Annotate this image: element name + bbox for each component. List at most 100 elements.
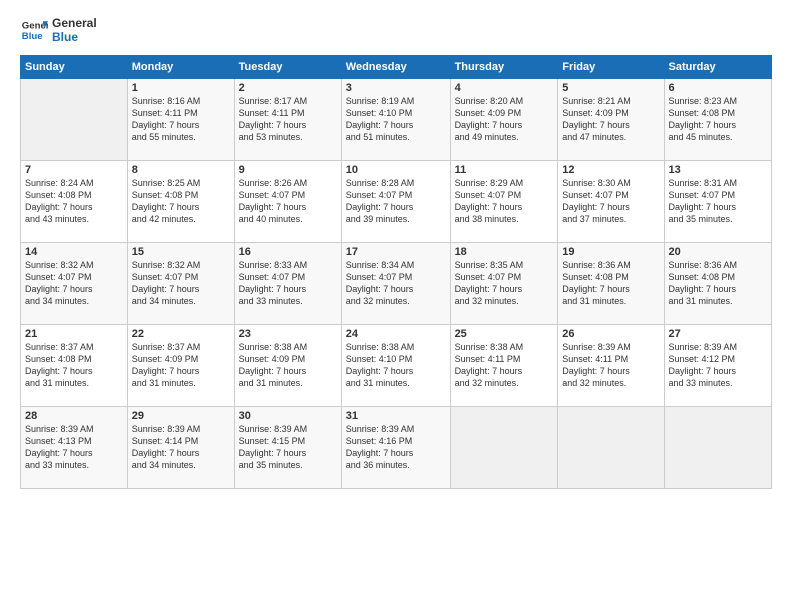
day-number: 1	[132, 82, 230, 94]
day-info: Sunrise: 8:38 AMSunset: 4:09 PMDaylight:…	[239, 341, 337, 390]
day-info: Sunrise: 8:32 AMSunset: 4:07 PMDaylight:…	[25, 259, 123, 308]
day-cell	[21, 78, 128, 160]
svg-text:Blue: Blue	[22, 31, 43, 42]
day-info: Sunrise: 8:21 AMSunset: 4:09 PMDaylight:…	[562, 95, 659, 144]
weekday-header-thursday: Thursday	[450, 55, 558, 78]
day-cell: 29Sunrise: 8:39 AMSunset: 4:14 PMDayligh…	[127, 406, 234, 488]
day-info: Sunrise: 8:17 AMSunset: 4:11 PMDaylight:…	[239, 95, 337, 144]
day-info: Sunrise: 8:34 AMSunset: 4:07 PMDaylight:…	[346, 259, 446, 308]
day-number: 8	[132, 164, 230, 176]
day-cell: 24Sunrise: 8:38 AMSunset: 4:10 PMDayligh…	[341, 324, 450, 406]
day-cell	[450, 406, 558, 488]
day-number: 13	[669, 164, 767, 176]
day-info: Sunrise: 8:36 AMSunset: 4:08 PMDaylight:…	[562, 259, 659, 308]
page-header: General Blue General Blue	[20, 16, 772, 45]
day-cell: 21Sunrise: 8:37 AMSunset: 4:08 PMDayligh…	[21, 324, 128, 406]
day-number: 25	[455, 328, 554, 340]
day-cell: 4Sunrise: 8:20 AMSunset: 4:09 PMDaylight…	[450, 78, 558, 160]
day-number: 30	[239, 410, 337, 422]
day-info: Sunrise: 8:20 AMSunset: 4:09 PMDaylight:…	[455, 95, 554, 144]
day-cell: 7Sunrise: 8:24 AMSunset: 4:08 PMDaylight…	[21, 160, 128, 242]
day-info: Sunrise: 8:35 AMSunset: 4:07 PMDaylight:…	[455, 259, 554, 308]
day-cell: 5Sunrise: 8:21 AMSunset: 4:09 PMDaylight…	[558, 78, 664, 160]
day-info: Sunrise: 8:29 AMSunset: 4:07 PMDaylight:…	[455, 177, 554, 226]
logo-blue: Blue	[52, 30, 97, 44]
day-cell: 10Sunrise: 8:28 AMSunset: 4:07 PMDayligh…	[341, 160, 450, 242]
day-info: Sunrise: 8:39 AMSunset: 4:12 PMDaylight:…	[669, 341, 767, 390]
day-number: 21	[25, 328, 123, 340]
weekday-header-friday: Friday	[558, 55, 664, 78]
day-info: Sunrise: 8:36 AMSunset: 4:08 PMDaylight:…	[669, 259, 767, 308]
day-number: 17	[346, 246, 446, 258]
day-cell	[664, 406, 771, 488]
day-info: Sunrise: 8:28 AMSunset: 4:07 PMDaylight:…	[346, 177, 446, 226]
day-number: 15	[132, 246, 230, 258]
day-cell: 13Sunrise: 8:31 AMSunset: 4:07 PMDayligh…	[664, 160, 771, 242]
day-number: 12	[562, 164, 659, 176]
day-cell: 20Sunrise: 8:36 AMSunset: 4:08 PMDayligh…	[664, 242, 771, 324]
day-cell	[558, 406, 664, 488]
week-row-3: 21Sunrise: 8:37 AMSunset: 4:08 PMDayligh…	[21, 324, 772, 406]
day-info: Sunrise: 8:16 AMSunset: 4:11 PMDaylight:…	[132, 95, 230, 144]
day-info: Sunrise: 8:26 AMSunset: 4:07 PMDaylight:…	[239, 177, 337, 226]
day-info: Sunrise: 8:19 AMSunset: 4:10 PMDaylight:…	[346, 95, 446, 144]
day-number: 24	[346, 328, 446, 340]
day-cell: 3Sunrise: 8:19 AMSunset: 4:10 PMDaylight…	[341, 78, 450, 160]
weekday-header-monday: Monday	[127, 55, 234, 78]
day-number: 3	[346, 82, 446, 94]
day-cell: 2Sunrise: 8:17 AMSunset: 4:11 PMDaylight…	[234, 78, 341, 160]
day-cell: 6Sunrise: 8:23 AMSunset: 4:08 PMDaylight…	[664, 78, 771, 160]
day-cell: 23Sunrise: 8:38 AMSunset: 4:09 PMDayligh…	[234, 324, 341, 406]
day-number: 20	[669, 246, 767, 258]
day-info: Sunrise: 8:39 AMSunset: 4:14 PMDaylight:…	[132, 423, 230, 472]
day-info: Sunrise: 8:31 AMSunset: 4:07 PMDaylight:…	[669, 177, 767, 226]
day-cell: 15Sunrise: 8:32 AMSunset: 4:07 PMDayligh…	[127, 242, 234, 324]
day-number: 5	[562, 82, 659, 94]
day-cell: 11Sunrise: 8:29 AMSunset: 4:07 PMDayligh…	[450, 160, 558, 242]
day-info: Sunrise: 8:37 AMSunset: 4:09 PMDaylight:…	[132, 341, 230, 390]
day-number: 23	[239, 328, 337, 340]
day-cell: 27Sunrise: 8:39 AMSunset: 4:12 PMDayligh…	[664, 324, 771, 406]
weekday-header-wednesday: Wednesday	[341, 55, 450, 78]
day-number: 2	[239, 82, 337, 94]
day-cell: 25Sunrise: 8:38 AMSunset: 4:11 PMDayligh…	[450, 324, 558, 406]
day-number: 16	[239, 246, 337, 258]
day-info: Sunrise: 8:24 AMSunset: 4:08 PMDaylight:…	[25, 177, 123, 226]
logo-general: General	[52, 16, 97, 30]
day-number: 6	[669, 82, 767, 94]
day-cell: 26Sunrise: 8:39 AMSunset: 4:11 PMDayligh…	[558, 324, 664, 406]
week-row-1: 7Sunrise: 8:24 AMSunset: 4:08 PMDaylight…	[21, 160, 772, 242]
day-number: 26	[562, 328, 659, 340]
weekday-header-saturday: Saturday	[664, 55, 771, 78]
day-cell: 14Sunrise: 8:32 AMSunset: 4:07 PMDayligh…	[21, 242, 128, 324]
calendar-header: SundayMondayTuesdayWednesdayThursdayFrid…	[21, 55, 772, 78]
day-number: 11	[455, 164, 554, 176]
day-cell: 1Sunrise: 8:16 AMSunset: 4:11 PMDaylight…	[127, 78, 234, 160]
logo: General Blue General Blue	[20, 16, 97, 45]
day-number: 22	[132, 328, 230, 340]
day-number: 19	[562, 246, 659, 258]
day-cell: 16Sunrise: 8:33 AMSunset: 4:07 PMDayligh…	[234, 242, 341, 324]
day-number: 28	[25, 410, 123, 422]
day-info: Sunrise: 8:30 AMSunset: 4:07 PMDaylight:…	[562, 177, 659, 226]
day-info: Sunrise: 8:38 AMSunset: 4:11 PMDaylight:…	[455, 341, 554, 390]
day-info: Sunrise: 8:39 AMSunset: 4:13 PMDaylight:…	[25, 423, 123, 472]
day-number: 7	[25, 164, 123, 176]
day-cell: 22Sunrise: 8:37 AMSunset: 4:09 PMDayligh…	[127, 324, 234, 406]
day-info: Sunrise: 8:25 AMSunset: 4:08 PMDaylight:…	[132, 177, 230, 226]
day-number: 9	[239, 164, 337, 176]
day-number: 4	[455, 82, 554, 94]
day-info: Sunrise: 8:33 AMSunset: 4:07 PMDaylight:…	[239, 259, 337, 308]
day-cell: 30Sunrise: 8:39 AMSunset: 4:15 PMDayligh…	[234, 406, 341, 488]
day-info: Sunrise: 8:39 AMSunset: 4:15 PMDaylight:…	[239, 423, 337, 472]
weekday-header-sunday: Sunday	[21, 55, 128, 78]
week-row-0: 1Sunrise: 8:16 AMSunset: 4:11 PMDaylight…	[21, 78, 772, 160]
day-cell: 8Sunrise: 8:25 AMSunset: 4:08 PMDaylight…	[127, 160, 234, 242]
day-cell: 31Sunrise: 8:39 AMSunset: 4:16 PMDayligh…	[341, 406, 450, 488]
day-info: Sunrise: 8:32 AMSunset: 4:07 PMDaylight:…	[132, 259, 230, 308]
day-number: 31	[346, 410, 446, 422]
weekday-header-tuesday: Tuesday	[234, 55, 341, 78]
day-info: Sunrise: 8:23 AMSunset: 4:08 PMDaylight:…	[669, 95, 767, 144]
day-cell: 28Sunrise: 8:39 AMSunset: 4:13 PMDayligh…	[21, 406, 128, 488]
calendar-table: SundayMondayTuesdayWednesdayThursdayFrid…	[20, 55, 772, 489]
